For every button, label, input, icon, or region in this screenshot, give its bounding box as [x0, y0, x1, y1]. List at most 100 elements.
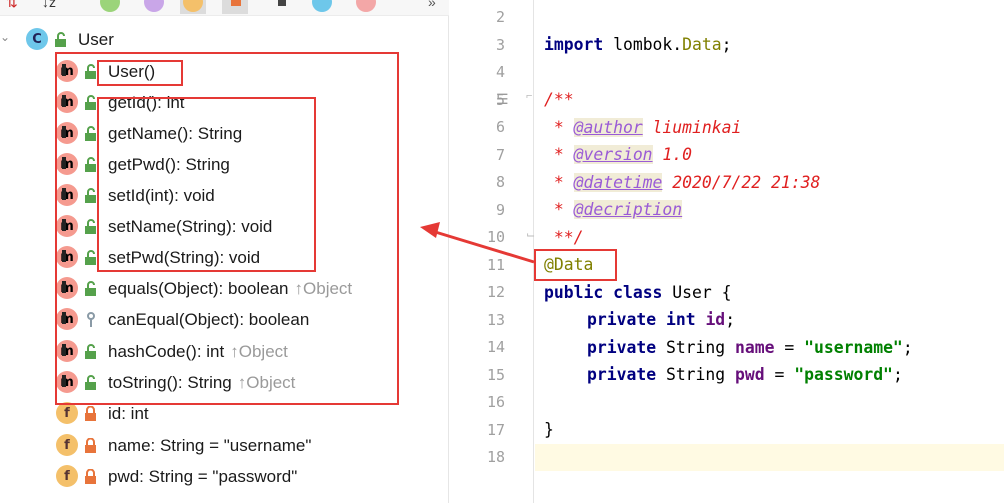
class-node[interactable]: ⌄ C User — [0, 24, 449, 55]
fold-icon[interactable]: ☰ — [496, 91, 509, 108]
type-string: String — [656, 365, 736, 384]
code-line-3: import lombok.Data; — [544, 35, 732, 54]
javadoc-datetime-value: 2020/7/22 21:38 — [662, 173, 821, 192]
code-line-14: private String name = "username"; — [587, 338, 913, 357]
inherited-icon[interactable] — [100, 0, 120, 12]
field-pwd: pwd — [735, 365, 765, 384]
javadoc-tag-version: @version — [573, 145, 653, 164]
class-name: User — [78, 30, 114, 49]
member-signature: id: int — [108, 404, 149, 423]
code-editor[interactable]: 2 3 4 5 6 7 8 9 10 11 12 13 14 15 16 17 18 ☰ ⌐ ⌙ import … — [450, 0, 1004, 503]
comment-star: * — [544, 145, 574, 164]
line-number: 6 — [495, 118, 505, 136]
semicolon: ; — [892, 365, 903, 384]
lock-icon — [85, 469, 96, 484]
more-chevron-icon[interactable]: » — [428, 0, 436, 10]
keyword-import: import — [544, 35, 604, 54]
field-icon: f — [56, 465, 78, 487]
string-password: "password" — [794, 365, 893, 384]
line-number: 14 — [486, 338, 505, 356]
highlight-box-annotation — [534, 249, 617, 281]
lock-icon — [85, 438, 96, 453]
structure-panel: ⇅ ↓z » ⌄ C User m User() m getId(): int m get… — [0, 0, 449, 503]
code-line-15: private String pwd = "password"; — [587, 365, 903, 384]
field-icon: f — [56, 434, 78, 456]
code-line-6: * @author liuminkai — [544, 118, 741, 137]
expand-arrow-icon[interactable]: ⌄ — [0, 30, 10, 44]
keyword-int: int — [665, 310, 696, 329]
class-declaration: User { — [662, 283, 732, 302]
keyword-public: public — [544, 283, 604, 302]
keyword-private: private — [587, 310, 657, 329]
line-number: 10 — [486, 228, 505, 246]
lambda-icon[interactable] — [278, 0, 286, 6]
line-number: 16 — [486, 393, 505, 411]
member-label: name: String = "username" — [108, 436, 311, 456]
lock-icon — [85, 406, 96, 421]
javadoc-author-value: liuminkai — [642, 118, 742, 137]
line-number: 13 — [486, 310, 505, 329]
imported-class: Data — [682, 35, 722, 54]
keyword-private: private — [587, 338, 657, 357]
semicolon: ; — [902, 338, 913, 357]
code-line-12: public class User { — [544, 283, 732, 302]
fold-marker-bottom[interactable]: ⌙ — [526, 228, 535, 241]
javadoc-version-value: 1.0 — [652, 145, 693, 164]
member-signature: pwd: String = "password" — [108, 467, 298, 486]
member-label: pwd: String = "password" — [108, 467, 297, 487]
editor-gutter: 2 3 4 5 6 7 8 9 10 11 12 13 14 15 16 17 18 — [450, 0, 534, 503]
javadoc-tag-author: @author — [573, 118, 643, 137]
semicolon: ; — [725, 310, 736, 329]
line-number: 9 — [495, 200, 505, 219]
assign: = — [774, 338, 805, 357]
member-label: id: int — [108, 404, 149, 424]
line-number: 17 — [486, 420, 505, 439]
line-number: 7 — [495, 145, 505, 164]
code-line-10: **/ — [544, 228, 584, 247]
sort-icon[interactable]: ⇅ — [6, 0, 18, 11]
member-signature: name: String = "username" — [108, 436, 312, 455]
semicolon: ; — [721, 35, 732, 54]
class-icon: C — [26, 28, 48, 50]
code-line-5: /** — [544, 90, 574, 109]
field-icon: f — [56, 402, 78, 424]
line-number: 12 — [486, 283, 505, 301]
line-number: 11 — [486, 255, 505, 274]
keyword-class: class — [603, 283, 663, 302]
comment-star: * — [544, 118, 574, 137]
line-number: 3 — [495, 35, 505, 54]
string-username: "username" — [804, 338, 903, 357]
field-id: id — [705, 310, 726, 329]
code-line-8: * @datetime 2020/7/22 21:38 — [544, 173, 820, 192]
unlock-icon — [55, 32, 66, 47]
javadoc-tag-datetime: @datetime — [573, 173, 663, 192]
line-number: 8 — [495, 173, 505, 191]
code-line-9: * @decription — [544, 200, 683, 219]
non-public-icon — [231, 0, 241, 6]
type-string: String — [656, 338, 736, 357]
field-row[interactable]: f name: String = "username" — [0, 430, 449, 461]
sort-alpha-icon[interactable]: ↓z — [42, 0, 56, 10]
line-number: 2 — [495, 8, 505, 26]
highlight-box-accessors — [97, 97, 316, 272]
keyword-private: private — [587, 365, 657, 384]
anonymous-icon[interactable] — [312, 0, 332, 12]
structure-toolbar: ⇅ ↓z » — [0, 0, 449, 16]
assign: = — [764, 365, 795, 384]
close-x-icon[interactable] — [356, 0, 376, 12]
code-line-13: private int id; — [587, 310, 735, 329]
field-name: name — [735, 338, 775, 357]
code-line-17: } — [544, 420, 554, 439]
fold-marker-top[interactable]: ⌐ — [526, 90, 532, 102]
current-line-highlight — [535, 444, 1004, 471]
field-row[interactable]: f pwd: String = "password" — [0, 461, 449, 492]
package-name: lombok. — [603, 35, 683, 54]
properties-icon[interactable] — [144, 0, 164, 12]
line-number: 15 — [486, 365, 505, 384]
line-number: 4 — [495, 63, 505, 81]
line-number: 18 — [486, 448, 505, 466]
code-line-7: * @version 1.0 — [544, 145, 692, 164]
comment-star: * — [544, 173, 574, 192]
javadoc-tag-decription: @decription — [573, 200, 683, 219]
comment-star: * — [544, 200, 574, 219]
